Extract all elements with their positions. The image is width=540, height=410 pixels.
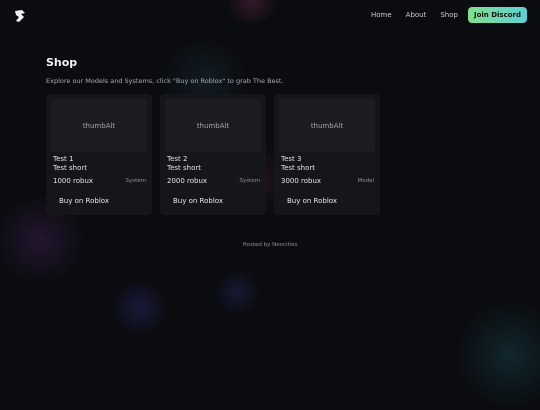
product-short-description: Test short	[281, 164, 315, 172]
buy-on-roblox-button[interactable]: Buy on Roblox	[59, 197, 109, 205]
page-title: Shop	[46, 56, 78, 69]
nav-home-link[interactable]: Home	[371, 11, 392, 19]
join-discord-button[interactable]: Join Discord	[467, 7, 527, 23]
product-type-tag: Model	[357, 178, 374, 184]
product-thumbnail: thumbAlt	[51, 99, 147, 152]
background-glow	[110, 280, 170, 335]
background-glow	[222, 0, 282, 22]
product-price: 3000 robux	[281, 177, 322, 185]
product-price: 1000 robux	[53, 177, 94, 185]
bird-logo-icon[interactable]	[13, 8, 27, 22]
product-card: thumbAlt Test 1 Test short 1000 robux Sy…	[46, 94, 152, 215]
product-short-description: Test short	[53, 164, 87, 172]
product-thumbnail: thumbAlt	[165, 99, 261, 152]
top-nav: Home About Shop Join Discord	[371, 7, 527, 23]
buy-on-roblox-button[interactable]: Buy on Roblox	[173, 197, 223, 205]
product-price: 2000 robux	[167, 177, 208, 185]
nav-about-link[interactable]: About	[406, 11, 427, 19]
product-thumbnail: thumbAlt	[279, 99, 375, 152]
footer-text: Hosted by Neocities	[242, 242, 298, 248]
product-title: Test 2	[167, 155, 188, 163]
nav-shop-link[interactable]: Shop	[440, 11, 458, 19]
product-type-tag: System	[125, 178, 146, 184]
page-subtitle: Explore our Models and Systems, click "B…	[46, 77, 284, 85]
background-glow	[212, 270, 262, 315]
product-card: thumbAlt Test 3 Test short 3000 robux Mo…	[274, 94, 380, 215]
product-card: thumbAlt Test 2 Test short 2000 robux Sy…	[160, 94, 266, 215]
product-title: Test 3	[281, 155, 302, 163]
buy-on-roblox-button[interactable]: Buy on Roblox	[287, 197, 337, 205]
product-short-description: Test short	[167, 164, 201, 172]
background-glow	[455, 300, 540, 410]
product-title: Test 1	[53, 155, 74, 163]
product-type-tag: System	[239, 178, 260, 184]
